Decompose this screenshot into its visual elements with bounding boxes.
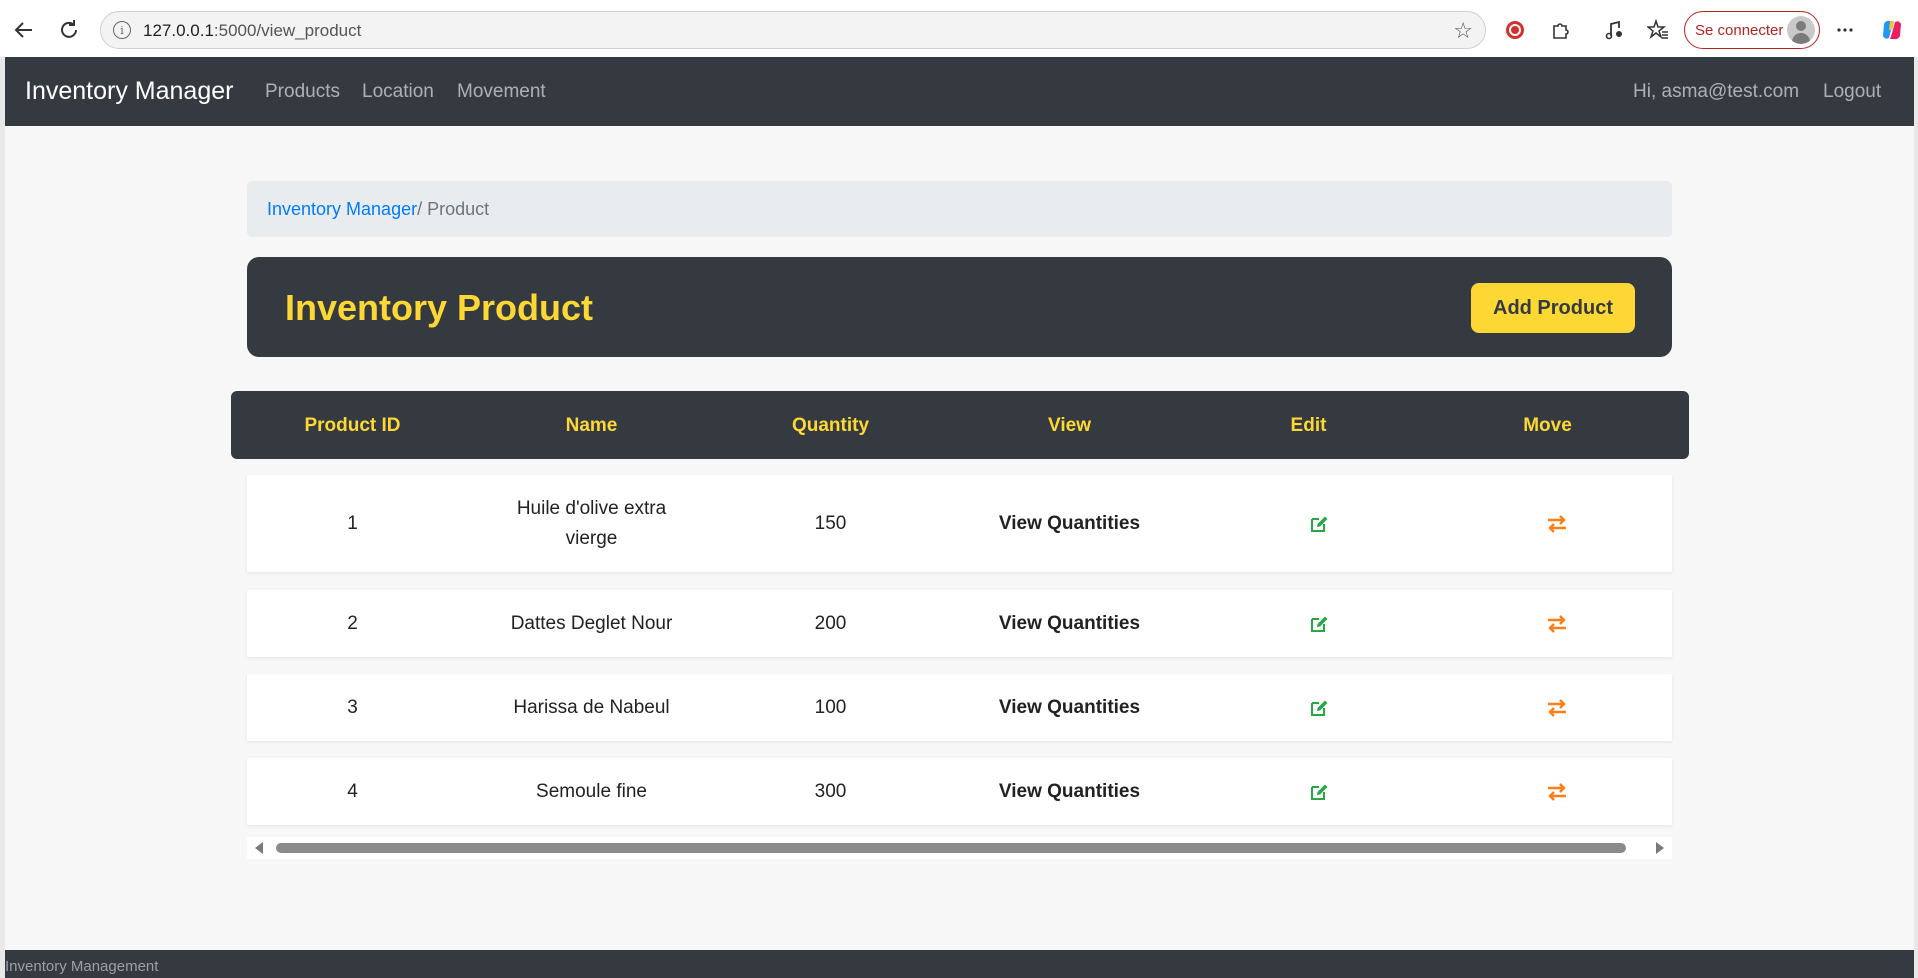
column-header-quantity: Quantity xyxy=(791,415,870,436)
signin-button[interactable]: Se connecter xyxy=(1684,11,1820,49)
breadcrumb-home-link[interactable]: Inventory Manager xyxy=(267,199,417,219)
user-greeting: Hi, asma@test.com xyxy=(1633,81,1800,102)
footer-text: Inventory Management xyxy=(5,958,159,975)
view-quantities-link[interactable]: View Quantities xyxy=(950,509,1189,539)
star-icon[interactable]: ☆ xyxy=(1453,18,1473,44)
cell-product-id: 1 xyxy=(347,513,358,534)
edit-icon[interactable] xyxy=(1308,697,1330,719)
table-header: Product ID Name Quantity View Edit Move xyxy=(231,391,1689,459)
url-host: 127.0.0.1 xyxy=(143,21,214,40)
table-row: 3 Harissa de Nabeul 100 View Quantities xyxy=(247,674,1672,741)
nav-link-products[interactable]: Products xyxy=(265,81,340,103)
edit-icon[interactable] xyxy=(1308,513,1330,535)
window-frame-left xyxy=(0,57,5,978)
edit-icon[interactable] xyxy=(1308,781,1330,803)
puzzle-icon[interactable] xyxy=(1545,14,1577,46)
breadcrumb-separator: / xyxy=(417,199,428,219)
logout-link[interactable]: Logout xyxy=(1823,81,1881,103)
address-url: 127.0.0.1:5000/view_product xyxy=(143,21,361,41)
column-header-product-id: Product ID xyxy=(304,415,401,436)
table-horizontal-scrollbar[interactable] xyxy=(247,837,1672,859)
move-icon[interactable] xyxy=(1545,696,1569,720)
move-icon[interactable] xyxy=(1545,612,1569,636)
favorites-icon[interactable] xyxy=(1642,14,1674,46)
window-frame-right xyxy=(1914,57,1918,978)
extension-shield-icon[interactable] xyxy=(1499,14,1531,46)
table-row: 1 Huile d'olive extra vierge 150 View Qu… xyxy=(247,475,1672,572)
cell-quantity: 200 xyxy=(814,613,847,634)
add-product-button[interactable]: Add Product xyxy=(1471,283,1635,333)
product-name-line: vierge xyxy=(565,528,618,549)
cell-quantity: 100 xyxy=(814,697,847,718)
cell-quantity: 300 xyxy=(814,781,847,802)
nav-link-movement[interactable]: Movement xyxy=(457,81,546,103)
product-name-line: Huile d'olive extra xyxy=(516,498,667,519)
scroll-right-arrow-icon[interactable] xyxy=(1656,842,1664,854)
music-icon[interactable] xyxy=(1598,14,1630,46)
scrollbar-thumb[interactable] xyxy=(276,843,1626,853)
back-icon[interactable] xyxy=(8,14,40,46)
view-quantities-link[interactable]: View Quantities xyxy=(950,777,1189,807)
view-quantities-link[interactable]: View Quantities xyxy=(950,693,1189,723)
cell-product-name: Huile d'olive extra vierge xyxy=(472,494,711,554)
profile-avatar-icon xyxy=(1787,16,1815,44)
scroll-left-arrow-icon[interactable] xyxy=(255,842,263,854)
signin-label: Se connecter xyxy=(1695,22,1784,39)
page-footer: Inventory Management xyxy=(5,950,1914,978)
cell-product-name: Dattes Deglet Nour xyxy=(510,613,673,634)
page-header-card: Inventory Product Add Product xyxy=(247,257,1672,357)
column-header-edit: Edit xyxy=(1290,415,1327,436)
cell-product-id: 4 xyxy=(347,781,358,802)
copilot-icon[interactable] xyxy=(1876,14,1908,46)
cell-product-name: Semoule fine xyxy=(536,781,647,802)
reload-icon[interactable] xyxy=(53,14,85,46)
column-header-move: Move xyxy=(1523,415,1572,436)
cell-product-name: Harissa de Nabeul xyxy=(513,697,670,718)
edit-icon[interactable] xyxy=(1308,613,1330,635)
info-icon[interactable]: i xyxy=(113,21,131,39)
browser-toolbar: i 127.0.0.1:5000/view_product ☆ Se conne… xyxy=(0,0,1918,60)
view-quantities-link[interactable]: View Quantities xyxy=(950,609,1189,639)
address-bar[interactable]: i 127.0.0.1:5000/view_product ☆ xyxy=(100,11,1486,49)
page-title: Inventory Product xyxy=(285,287,594,328)
app-navbar: Inventory Manager Products Location Move… xyxy=(5,57,1914,126)
move-icon[interactable] xyxy=(1545,512,1569,536)
breadcrumb: Inventory Manager/ Product xyxy=(247,181,1672,237)
cell-quantity: 150 xyxy=(814,513,847,534)
breadcrumb-current: Product xyxy=(427,199,490,219)
table-row: 4 Semoule fine 300 View Quantities xyxy=(247,758,1672,825)
column-header-view: View xyxy=(1048,415,1091,436)
move-icon[interactable] xyxy=(1545,780,1569,804)
nav-link-location[interactable]: Location xyxy=(362,81,434,103)
cell-product-id: 2 xyxy=(347,613,358,634)
navbar-brand[interactable]: Inventory Manager xyxy=(25,77,233,106)
url-path: :5000/view_product xyxy=(213,21,362,40)
column-header-name: Name xyxy=(565,415,618,436)
table-row: 2 Dattes Deglet Nour 200 View Quantities xyxy=(247,590,1672,657)
more-icon[interactable] xyxy=(1829,14,1861,46)
cell-product-id: 3 xyxy=(347,697,358,718)
